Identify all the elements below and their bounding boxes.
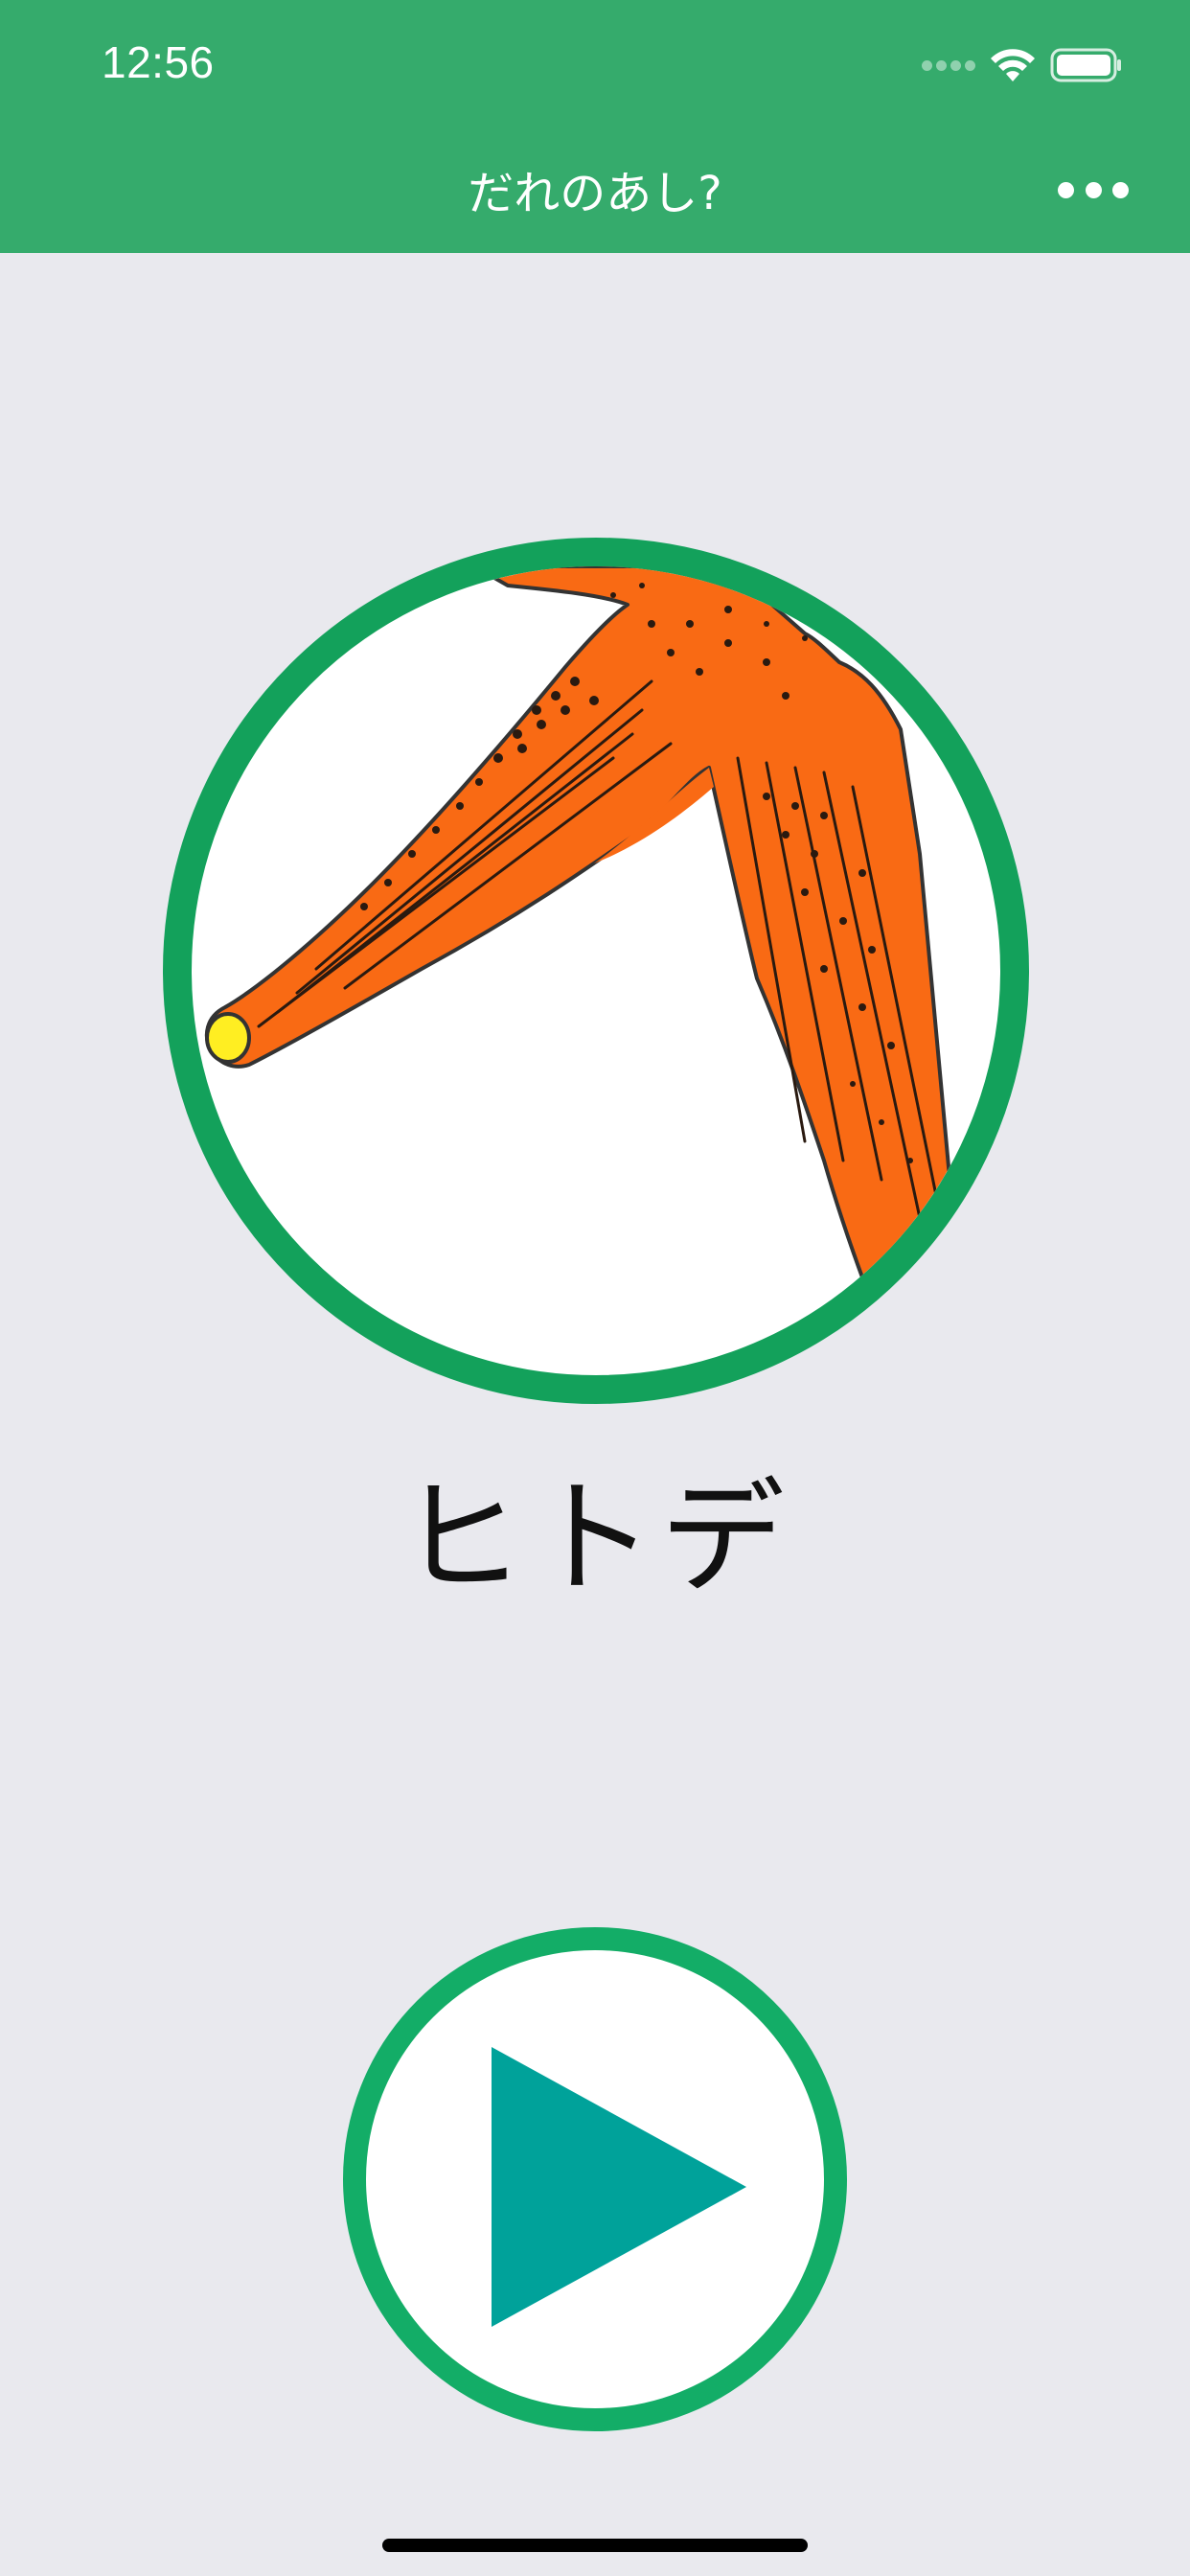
more-button[interactable] [1058, 169, 1129, 211]
status-bar: 12:56 [0, 0, 1190, 125]
cellular-signal-icon [922, 59, 975, 71]
wifi-icon [991, 49, 1035, 81]
illustration-frame [163, 538, 1029, 1404]
nav-bar: だれのあし? [0, 125, 1190, 253]
ellipsis-icon [1058, 181, 1074, 198]
status-time: 12:56 [102, 37, 215, 87]
animal-name: ヒトデ [399, 1465, 790, 1611]
status-icons [922, 46, 1123, 84]
battery-icon [1050, 48, 1121, 82]
nav-title: だれのあし? [468, 167, 722, 220]
home-indicator[interactable] [382, 2539, 808, 2552]
play-icon [492, 2047, 746, 2327]
play-button[interactable] [343, 1927, 847, 2431]
starfish-leg-illustration [204, 566, 970, 1375]
